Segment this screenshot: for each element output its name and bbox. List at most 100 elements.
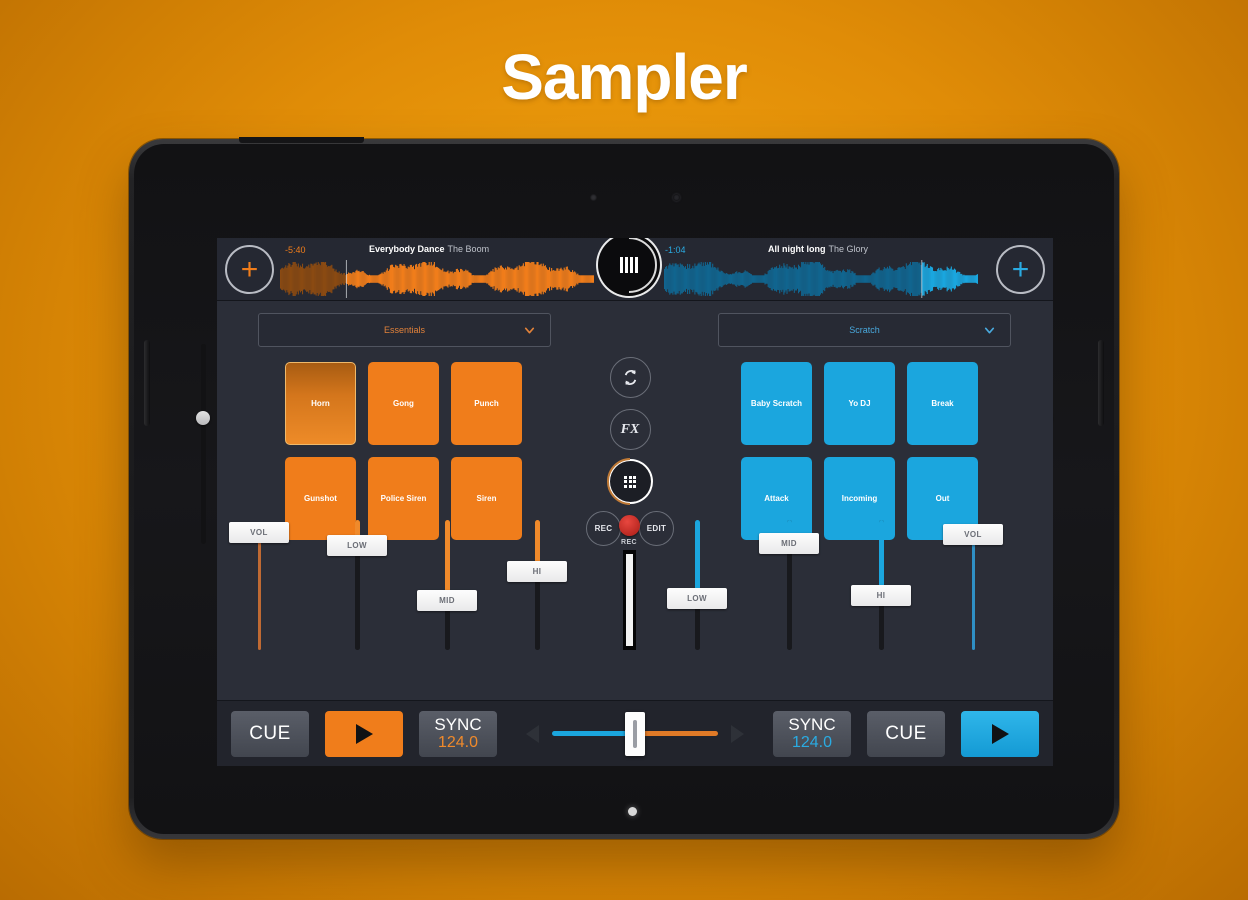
fader-fill-lower [535,571,540,650]
arrow-left-icon[interactable] [526,724,539,743]
fader-knob[interactable]: VOL [943,524,1003,546]
sample-pad-label: Attack [764,493,789,503]
light-sensor-icon [673,194,680,201]
fader-label: MID [439,595,455,605]
sample-pad-label: Gong [393,398,414,408]
bpm-value-right: 124.0 [791,733,833,751]
sample-pad-label: Incoming [841,493,878,503]
grid-icon[interactable] [609,461,651,502]
fader-knob[interactable]: LOW [327,535,387,557]
deck-left-track-title: Everybody Dance [369,244,445,254]
fader-knob[interactable]: VOL [229,522,289,544]
sync-button-right[interactable]: SYNC 124.0 [773,710,851,757]
crossfader-handle[interactable] [625,712,645,756]
fx-button[interactable]: FX [609,409,651,450]
sample-pad-label: Horn [311,398,330,408]
fader-knob[interactable]: HI [851,585,911,607]
fader-track [445,520,450,650]
recorder-section: REC [599,515,659,650]
sample-bank-selector-left[interactable]: Essentials [258,313,551,347]
chevron-down-icon [523,324,536,337]
fader-fill [972,534,975,650]
sample-pad-label: Out [935,493,950,503]
fader-label: HI [532,567,542,577]
deck-left-track-info: Everybody Dance The Boom [369,244,489,254]
sample-pad-left-3[interactable]: Punch [451,362,522,445]
play-icon [991,723,1009,744]
loop-arrows-icon[interactable] [609,357,651,398]
sample-bank-selector-right[interactable]: Scratch [718,313,1011,347]
play-button-left[interactable] [325,710,403,757]
arrow-right-icon[interactable] [731,724,744,743]
speaker-grille-right [1098,340,1104,426]
sample-pad-label: Break [931,398,954,408]
fader-knob[interactable]: LOW [667,587,727,609]
fader-left-hi[interactable]: HI [507,520,567,650]
load-track-right-button[interactable]: + [996,245,1045,294]
crossfader-right-fill [635,731,718,736]
deck-left-waveform[interactable] [280,260,594,298]
load-track-left-button[interactable]: + [225,245,274,294]
play-button-right[interactable] [961,710,1039,757]
deck-right-track-title: All night long [768,244,826,254]
tablet-device: + -5:40 Everybody Dance The Boom -1:04 Al… [129,137,1119,839]
sample-bank-left-value: Essentials [383,325,426,335]
fader-right-low[interactable]: LOW [667,520,727,650]
hardware-slider-left[interactable] [196,344,210,544]
sample-pad-left-2[interactable]: Gong [368,362,439,445]
sample-pad-label: Police Siren [380,493,427,503]
sample-pad-label: Siren [476,493,497,503]
sample-pad-right-3[interactable]: Break [907,362,978,445]
deck-left-track-artist: The Boom [447,244,490,254]
sample-pad-grid-right: Baby Scratch Yo DJ Break Attack Incoming… [741,362,978,540]
fader-right-vol[interactable]: VOL [943,520,1003,650]
fader-right-hi[interactable]: HI [851,520,911,650]
sample-pad-label: Punch [474,398,499,408]
fader-track [535,520,540,650]
sample-pad-label: Baby Scratch [750,398,803,408]
deck-bar: + -5:40 Everybody Dance The Boom -1:04 Al… [217,238,1053,301]
cue-button-left[interactable]: CUE [231,710,309,757]
cue-button-right[interactable]: CUE [867,710,945,757]
loop-arrows-glyph [624,369,636,386]
fader-right-mid[interactable]: MID [759,520,819,650]
speaker-grille-left [144,340,150,426]
fader-track [695,520,700,650]
front-camera-icon [590,194,597,201]
deck-right-time-remaining: -1:04 [665,245,686,255]
fader-label: HI [876,591,886,601]
fader-label: LOW [687,593,707,603]
record-level-meter [622,550,636,650]
fader-knob[interactable]: MID [417,589,477,611]
sync-button-left[interactable]: SYNC 124.0 [419,710,497,757]
fader-knob[interactable]: HI [507,561,567,583]
sample-pad-grid-left: Horn Gong Punch Gunshot Police Siren Sir… [285,362,522,540]
fader-label: MID [781,539,797,549]
crossfader[interactable] [497,711,773,757]
record-button[interactable] [618,515,640,536]
fader-fill [258,532,261,650]
hardware-slider-left-knob[interactable] [196,410,210,425]
tablet-bezel: + -5:40 Everybody Dance The Boom -1:04 Al… [134,144,1114,834]
fader-left-vol[interactable]: VOL [229,520,289,650]
fader-label: LOW [347,541,367,551]
app-screen: + -5:40 Everybody Dance The Boom -1:04 Al… [217,238,1053,766]
jog-bars-icon [620,257,638,273]
sample-pad-right-2[interactable]: Yo DJ [824,362,895,445]
deck-right-waveform[interactable] [664,260,978,298]
jog-wheel-icon[interactable] [598,238,660,296]
record-label: REC [621,539,637,546]
sample-pad-right-1[interactable]: Baby Scratch [741,362,812,445]
fader-left-mid[interactable]: MID [417,520,477,650]
sync-label-left: SYNC [434,714,482,734]
crossfader-track[interactable] [552,712,718,756]
fader-label: VOL [964,530,982,540]
fader-fill-lower [355,545,360,650]
deck-right-track-info: All night long The Glory [768,244,868,254]
sample-bank-right-value: Scratch [849,325,880,335]
sampler-panel: Essentials Scratch Horn Gong Punch Gunsh… [217,301,1053,700]
fader-left-low[interactable]: LOW [327,520,387,650]
sample-pad-left-1[interactable]: Horn [285,362,356,445]
play-icon [355,723,373,744]
fader-knob[interactable]: MID [759,533,819,555]
